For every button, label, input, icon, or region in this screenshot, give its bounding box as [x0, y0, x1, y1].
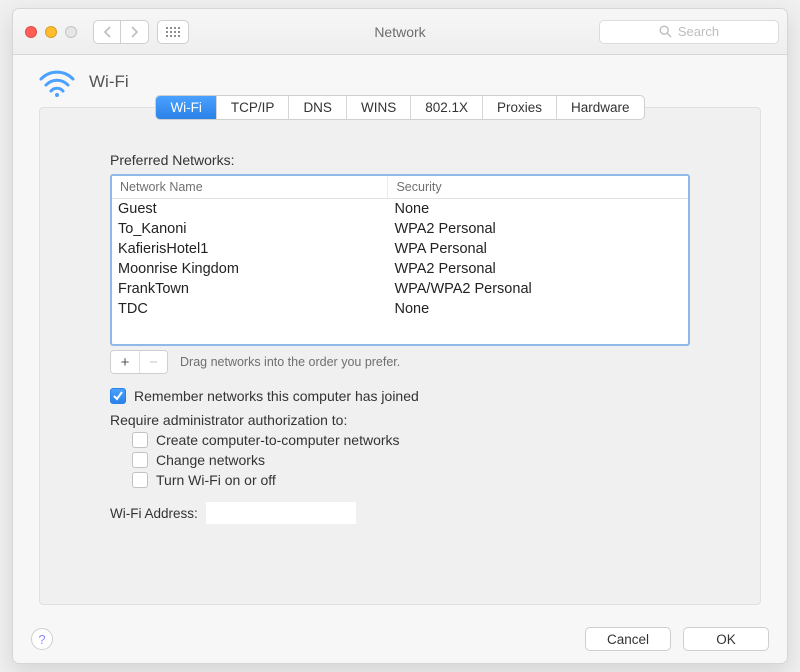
- pane-title: Wi-Fi: [89, 72, 129, 92]
- table-row[interactable]: Moonrise KingdomWPA2 Personal: [112, 259, 688, 279]
- forward-button[interactable]: [121, 20, 149, 44]
- tab-dns[interactable]: DNS: [289, 96, 347, 119]
- table-row[interactable]: KafierisHotel1WPA Personal: [112, 239, 688, 259]
- auth-check-row: Create computer-to-computer networks: [132, 432, 690, 448]
- tab-bar: Wi-FiTCP/IPDNSWINS802.1XProxiesHardware: [40, 95, 760, 120]
- tab-8021x[interactable]: 802.1X: [411, 96, 483, 119]
- require-auth-label: Require administrator authorization to:: [110, 412, 690, 428]
- cell-security: WPA Personal: [388, 241, 688, 257]
- auth-checkbox-1[interactable]: [132, 452, 148, 468]
- show-all-button[interactable]: [157, 20, 189, 44]
- auth-check-label: Change networks: [156, 452, 265, 468]
- content: Preferred Networks: Network Name Securit…: [110, 152, 690, 524]
- tab-proxies[interactable]: Proxies: [483, 96, 557, 119]
- cell-network-name: Guest: [112, 201, 388, 217]
- cell-security: None: [388, 301, 688, 317]
- table-row[interactable]: To_KanoniWPA2 Personal: [112, 219, 688, 239]
- search-field[interactable]: Search: [599, 20, 779, 44]
- tab-hardware[interactable]: Hardware: [557, 96, 644, 119]
- help-button[interactable]: ?: [31, 628, 53, 650]
- ok-button[interactable]: OK: [683, 627, 769, 651]
- auth-check-label: Turn Wi-Fi on or off: [156, 472, 276, 488]
- tab-tcpip[interactable]: TCP/IP: [217, 96, 290, 119]
- cancel-button[interactable]: Cancel: [585, 627, 671, 651]
- footer: ? Cancel OK: [31, 627, 769, 651]
- wifi-address-value: [206, 502, 356, 524]
- chevron-left-icon: [103, 26, 112, 38]
- zoom-window-button[interactable]: [65, 26, 77, 38]
- remove-network-button[interactable]: −: [139, 351, 167, 373]
- add-network-button[interactable]: +: [111, 351, 139, 373]
- tab-wifi[interactable]: Wi-Fi: [156, 96, 216, 119]
- chevron-right-icon: [130, 26, 139, 38]
- preferred-networks-table[interactable]: Network Name Security GuestNoneTo_Kanoni…: [110, 174, 690, 346]
- minimize-window-button[interactable]: [45, 26, 57, 38]
- cell-network-name: KafierisHotel1: [112, 241, 388, 257]
- network-preferences-window: Network Search Wi-Fi Wi-FiTCP/IPDNSWINS8…: [12, 8, 788, 664]
- table-row[interactable]: TDCNone: [112, 299, 688, 319]
- panel: Wi-FiTCP/IPDNSWINS802.1XProxiesHardware …: [13, 97, 787, 663]
- wifi-address-row: Wi-Fi Address:: [110, 502, 690, 524]
- auth-check-label: Create computer-to-computer networks: [156, 432, 400, 448]
- cell-network-name: To_Kanoni: [112, 221, 388, 237]
- close-window-button[interactable]: [25, 26, 37, 38]
- cell-security: WPA2 Personal: [388, 261, 688, 277]
- grid-icon: [166, 27, 180, 37]
- window-controls: [25, 26, 77, 38]
- pane-header: Wi-Fi: [13, 55, 787, 97]
- drag-hint: Drag networks into the order you prefer.: [180, 355, 400, 369]
- nav-buttons: [93, 20, 149, 44]
- cell-security: WPA2 Personal: [388, 221, 688, 237]
- search-placeholder: Search: [678, 24, 719, 39]
- panel-inner: Wi-FiTCP/IPDNSWINS802.1XProxiesHardware …: [39, 107, 761, 605]
- wifi-address-label: Wi-Fi Address:: [110, 506, 198, 521]
- table-header: Network Name Security: [112, 176, 688, 199]
- cell-network-name: Moonrise Kingdom: [112, 261, 388, 277]
- table-controls: + − Drag networks into the order you pre…: [110, 350, 690, 374]
- wifi-icon: [39, 67, 75, 97]
- auth-checkbox-2[interactable]: [132, 472, 148, 488]
- add-remove-buttons: + −: [110, 350, 168, 374]
- cell-security: WPA/WPA2 Personal: [388, 281, 688, 297]
- table-row[interactable]: GuestNone: [112, 199, 688, 219]
- tab-wins[interactable]: WINS: [347, 96, 411, 119]
- remember-networks-checkbox[interactable]: [110, 388, 126, 404]
- auth-checkbox-0[interactable]: [132, 432, 148, 448]
- cell-security: None: [388, 201, 688, 217]
- table-row[interactable]: FrankTownWPA/WPA2 Personal: [112, 279, 688, 299]
- remember-networks-label: Remember networks this computer has join…: [134, 388, 419, 404]
- search-icon: [659, 25, 672, 38]
- cell-network-name: FrankTown: [112, 281, 388, 297]
- preferred-networks-label: Preferred Networks:: [110, 152, 690, 168]
- column-security[interactable]: Security: [388, 176, 688, 198]
- cell-network-name: TDC: [112, 301, 388, 317]
- remember-networks-row: Remember networks this computer has join…: [110, 388, 690, 404]
- auth-check-row: Change networks: [132, 452, 690, 468]
- auth-check-row: Turn Wi-Fi on or off: [132, 472, 690, 488]
- checkmark-icon: [112, 390, 124, 402]
- toolbar: Network Search: [13, 9, 787, 55]
- back-button[interactable]: [93, 20, 121, 44]
- column-network-name[interactable]: Network Name: [112, 176, 388, 198]
- require-auth-group: Require administrator authorization to: …: [110, 412, 690, 488]
